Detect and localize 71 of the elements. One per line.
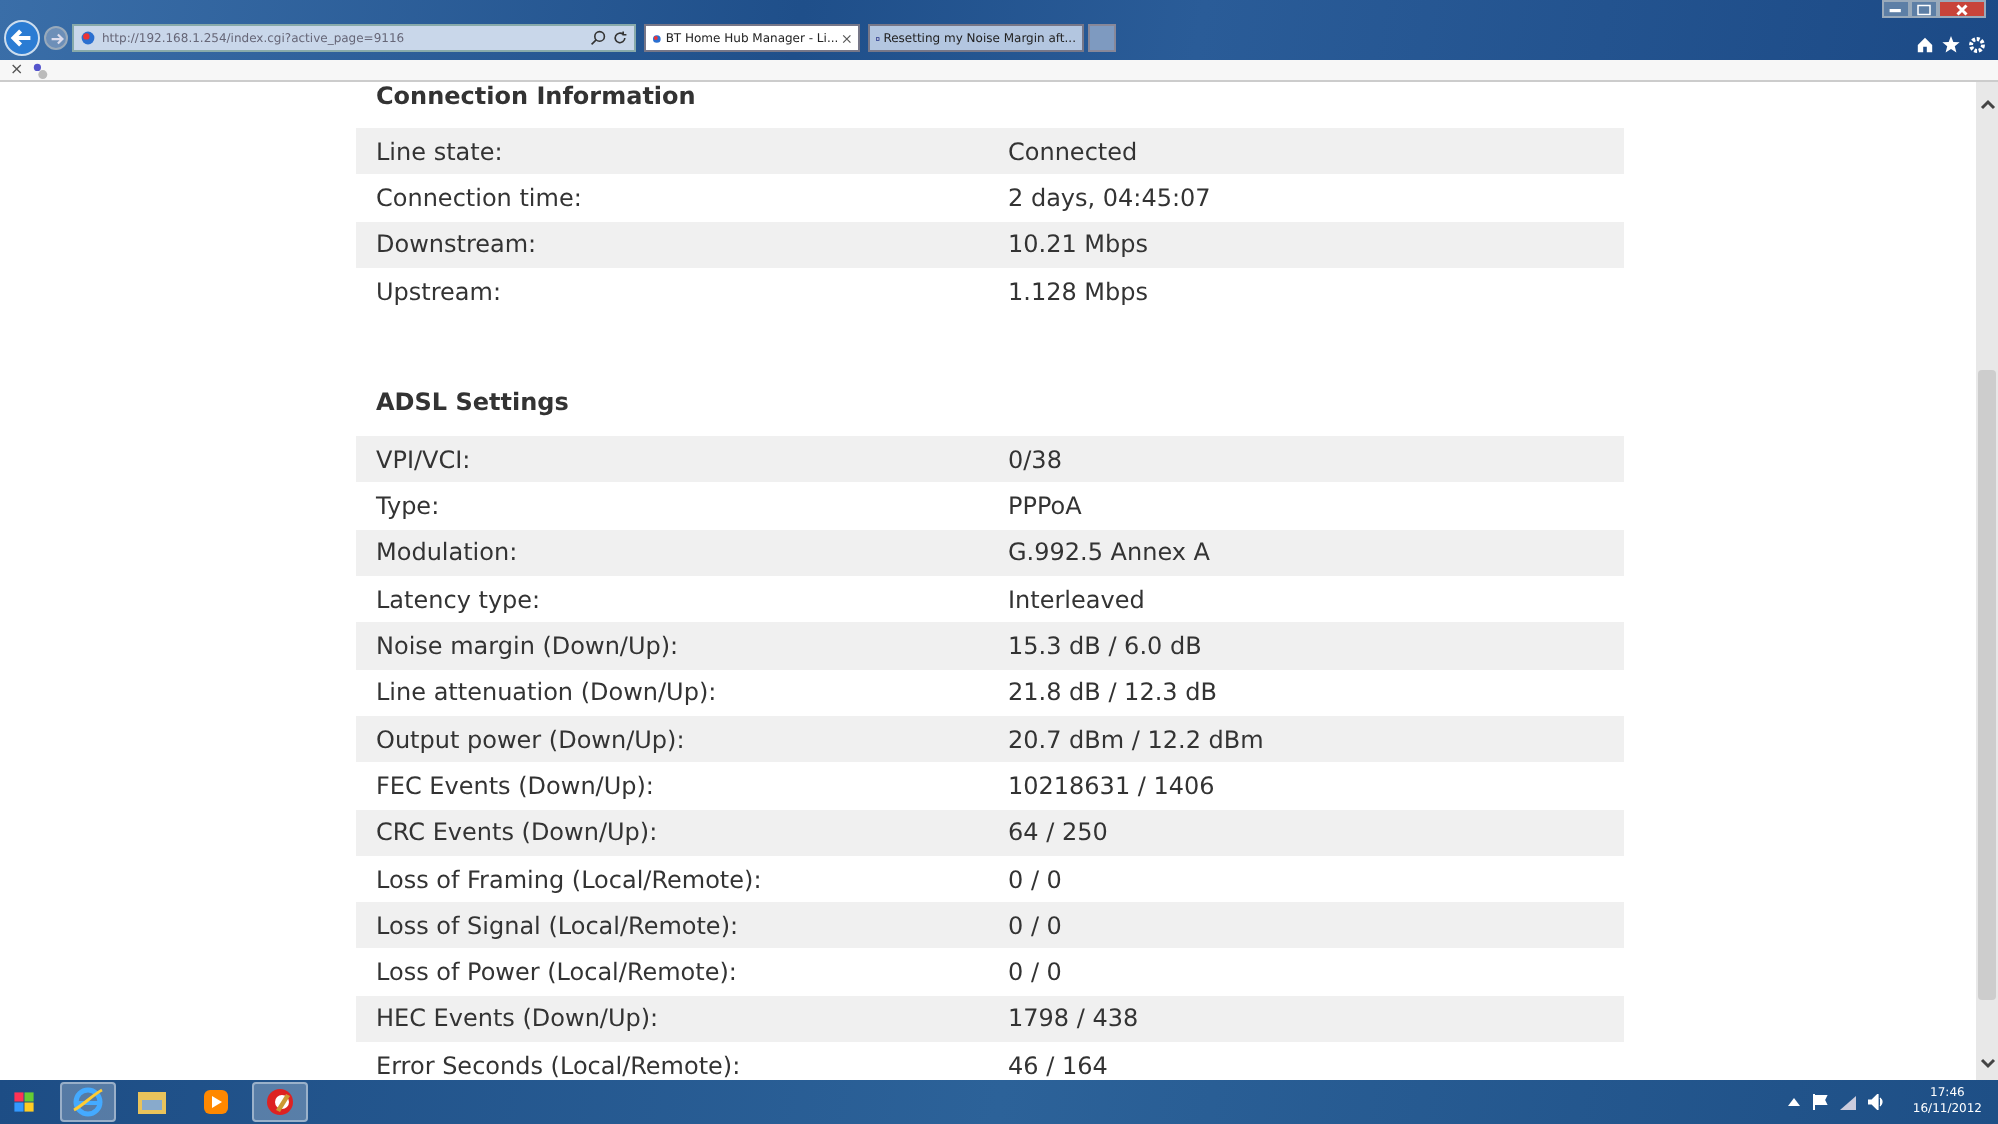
windows-logo-icon — [12, 1090, 36, 1114]
field-label: FEC Events (Down/Up): — [374, 771, 656, 800]
field-label: Type: — [374, 492, 442, 521]
refresh-icon[interactable] — [612, 30, 628, 46]
field-label: Modulation: — [374, 538, 520, 567]
tray-arrow-icon[interactable] — [1788, 1098, 1801, 1106]
field-label: Line state: — [374, 137, 505, 166]
forward-button[interactable] — [44, 26, 68, 50]
folder-icon — [136, 1086, 168, 1118]
globe-icon — [652, 31, 662, 45]
field-label: VPI/VCI: — [374, 445, 473, 474]
field-value: 20.7 dBm / 12.2 dBm — [1008, 725, 1264, 754]
section-heading: Connection Information — [374, 82, 698, 114]
field-value: PPPoA — [1008, 492, 1082, 521]
field-value: G.992.5 Annex A — [1008, 538, 1210, 567]
field-label: Error Seconds (Local/Remote): — [374, 1051, 743, 1080]
field-label: Loss of Signal (Local/Remote): — [374, 911, 741, 940]
ccleaner-taskbar-button[interactable] — [252, 1082, 308, 1122]
field-value: Interleaved — [1008, 585, 1145, 614]
field-value: 0 / 0 — [1008, 865, 1062, 893]
flag-icon[interactable] — [1812, 1094, 1829, 1110]
field-label: Noise margin (Down/Up): — [374, 632, 681, 661]
field-value: 0 / 0 — [1008, 958, 1062, 987]
field-value: 2 days, 04:45:07 — [1008, 183, 1211, 212]
play-icon — [200, 1086, 232, 1118]
field-label: Loss of Framing (Local/Remote): — [374, 865, 764, 893]
field-value: 46 / 164 — [1008, 1051, 1108, 1080]
field-value: 1798 / 438 — [1008, 1004, 1139, 1033]
field-value: 10.21 Mbps — [1008, 230, 1149, 259]
minimize-button[interactable] — [1882, 0, 1910, 18]
field-label: Output power (Down/Up): — [374, 725, 687, 754]
field-label: Latency type: — [374, 585, 543, 614]
search-icon[interactable] — [590, 30, 606, 46]
field-value: 1.128 Mbps — [1008, 277, 1149, 306]
close-icon — [1954, 3, 1970, 15]
star-icon[interactable] — [1942, 36, 1960, 54]
field-label: Downstream: — [374, 230, 539, 259]
field-label: Upstream: — [374, 277, 503, 306]
back-button[interactable] — [4, 20, 40, 56]
field-value: 10218631 / 1406 — [1008, 771, 1215, 800]
field-value: Connected — [1008, 137, 1138, 166]
settings-icon[interactable] — [1968, 36, 1986, 54]
globe-icon — [80, 30, 96, 46]
field-label: Line attenuation (Down/Up): — [374, 678, 719, 707]
scroll-down-icon[interactable] — [1979, 1058, 1995, 1070]
field-label: CRC Events (Down/Up): — [374, 818, 660, 847]
field-value: 21.8 dB / 12.3 dB — [1008, 678, 1217, 707]
field-label: Loss of Power (Local/Remote): — [374, 958, 739, 987]
field-value: 64 / 250 — [1008, 818, 1108, 847]
back-arrow-icon — [8, 24, 36, 52]
maximize-icon — [1916, 3, 1932, 15]
scroll-up-icon[interactable] — [1979, 98, 1995, 110]
section-heading: ADSL Settings — [374, 386, 571, 421]
close-icon[interactable] — [842, 31, 852, 45]
addon-icon[interactable] — [31, 61, 50, 79]
browser-icon — [72, 1086, 104, 1118]
field-value: 0/38 — [1008, 445, 1062, 474]
maximize-button[interactable] — [1910, 0, 1938, 18]
close-icon[interactable]: × — [10, 62, 24, 78]
field-value: 15.3 dB / 6.0 dB — [1008, 632, 1202, 661]
scrollbar[interactable] — [1976, 82, 1998, 1080]
network-icon[interactable] — [1840, 1094, 1857, 1110]
ie-taskbar-button[interactable] — [60, 1082, 116, 1122]
speaker-icon[interactable] — [1868, 1094, 1885, 1110]
close-button[interactable] — [1938, 0, 1986, 18]
field-label: HEC Events (Down/Up): — [374, 1004, 661, 1033]
field-value: 0 / 0 — [1008, 911, 1062, 940]
field-label: Connection time: — [374, 183, 584, 212]
minimize-icon — [1888, 4, 1904, 14]
home-icon[interactable] — [1916, 36, 1934, 54]
forward-arrow-icon — [47, 29, 65, 47]
